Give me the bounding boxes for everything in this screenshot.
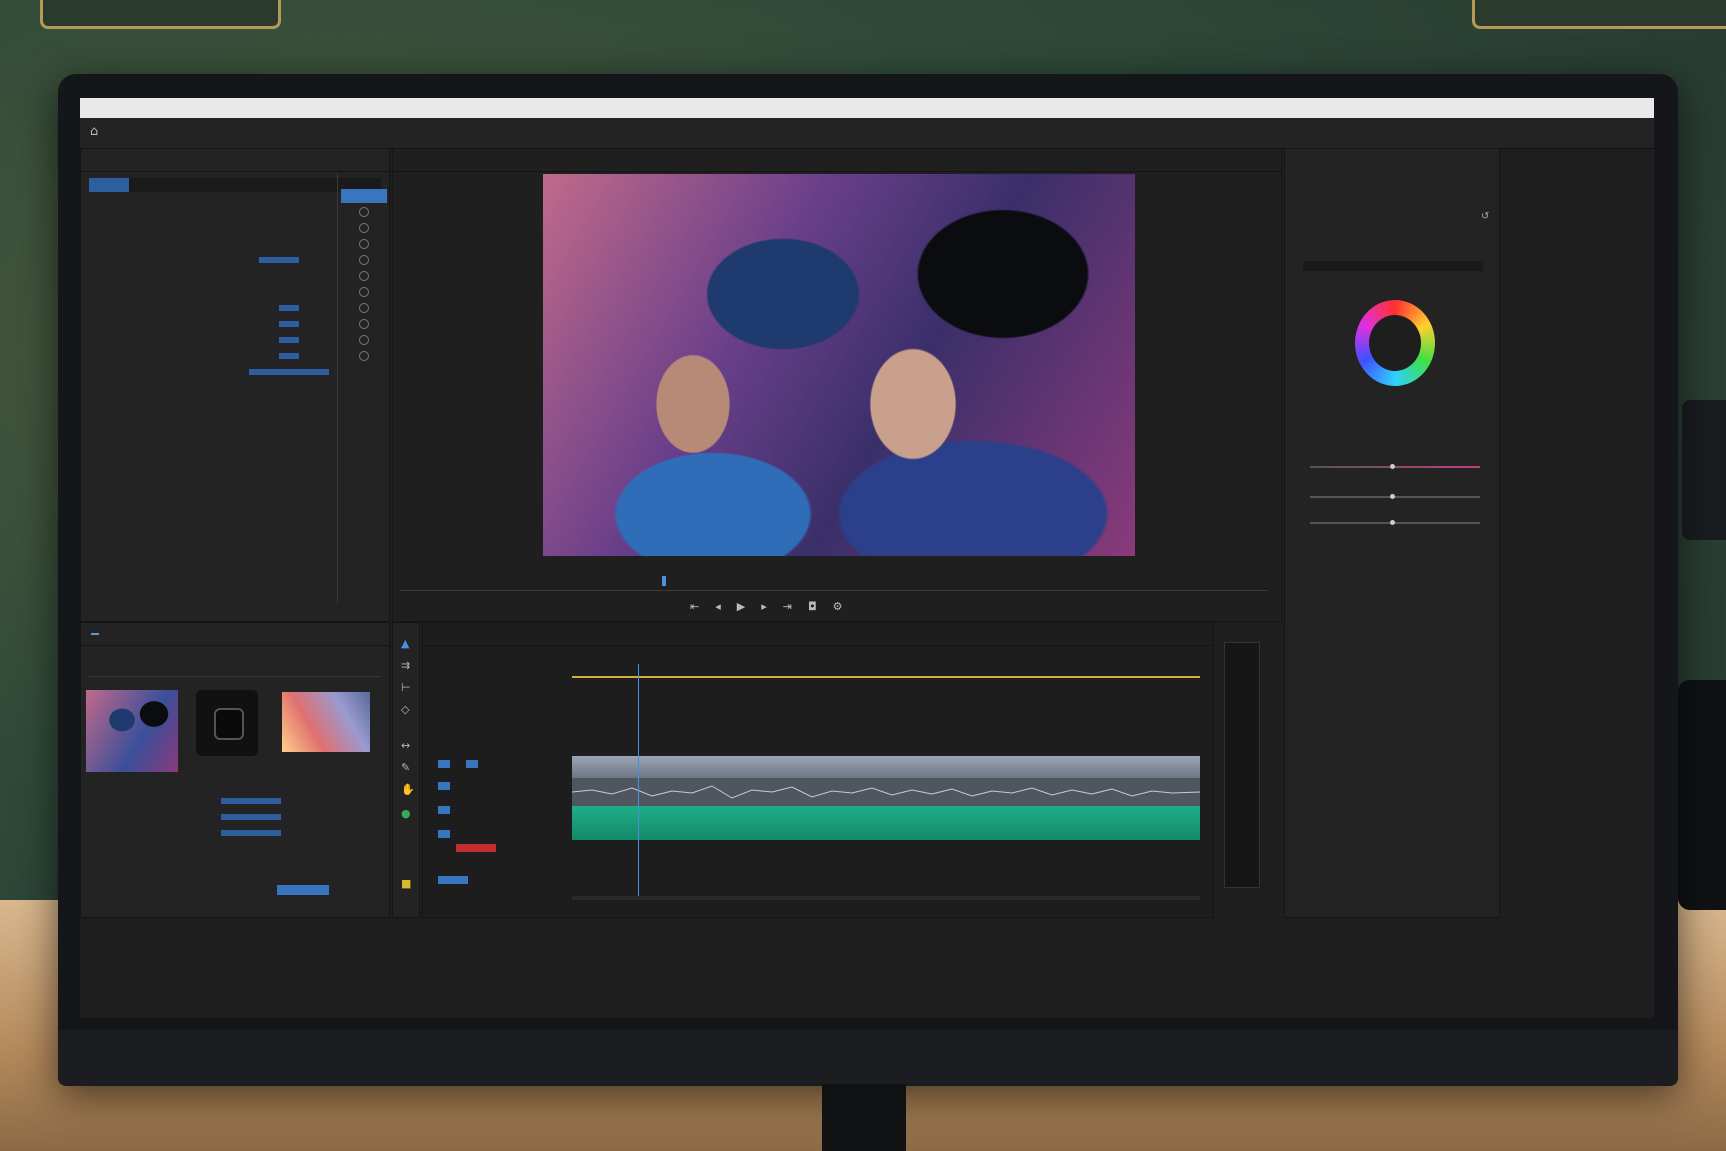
pen-icon[interactable]: ✎ [401, 762, 413, 774]
effect-row[interactable] [81, 380, 389, 396]
camera-icon[interactable]: ◘ [808, 600, 817, 613]
camera-device [1678, 680, 1726, 910]
timeline-ruler[interactable] [572, 654, 1202, 672]
window-titlebar [80, 98, 1654, 118]
effect-row[interactable] [81, 236, 389, 252]
monitor-playhead[interactable] [662, 576, 666, 586]
slider-track[interactable] [1310, 522, 1480, 524]
track-header-master[interactable] [438, 876, 468, 884]
timeline-tabs [423, 623, 1213, 646]
ripple-edit-icon[interactable]: ⊢ [401, 682, 413, 694]
go-to-in-icon[interactable]: ⇤ [690, 600, 699, 613]
slider-knob[interactable] [1390, 494, 1395, 499]
selection-tool-icon[interactable]: ▲ [401, 638, 413, 650]
effect-row[interactable] [81, 396, 389, 412]
slip-icon[interactable]: ↔ [401, 740, 413, 752]
project-item[interactable] [121, 825, 281, 841]
track-header-a2[interactable] [438, 806, 450, 814]
track-header-v1[interactable] [438, 760, 450, 768]
effect-controls-panel [80, 148, 390, 622]
project-tabs [81, 623, 389, 646]
keyframe-icon[interactable] [359, 335, 369, 345]
hand-icon[interactable]: ✋ [401, 784, 415, 796]
effect-row[interactable] [81, 300, 389, 316]
lumetri-color-panel: ↺ [1284, 148, 1500, 918]
video-clip[interactable] [572, 756, 1200, 778]
effect-row[interactable] [81, 252, 389, 268]
effect-row[interactable] [81, 204, 389, 220]
home-icon[interactable]: ⌂ [90, 124, 106, 140]
effect-row[interactable] [81, 364, 389, 380]
audio-clip-a1[interactable] [571, 778, 1201, 806]
wall-frame-left [40, 0, 281, 29]
keyframe-icon[interactable] [359, 223, 369, 233]
slider-track[interactable] [1310, 466, 1480, 468]
razor-icon[interactable]: ◇ [401, 704, 413, 716]
tab-project[interactable] [91, 633, 99, 635]
project-thumbnail-icon [214, 708, 244, 740]
project-item-list [121, 793, 281, 841]
lumetri-dropdown[interactable] [1303, 261, 1483, 271]
work-area-bar[interactable] [572, 676, 1200, 678]
track-header-a1[interactable] [438, 782, 450, 790]
keyframe-icon[interactable] [359, 303, 369, 313]
side-device [1682, 400, 1726, 540]
record-indicator[interactable] [456, 844, 496, 852]
slider-knob[interactable] [1390, 464, 1395, 469]
keyframe-icon[interactable] [359, 319, 369, 329]
project-thumbnail-video[interactable] [86, 690, 178, 772]
track-select-icon[interactable]: ⇉ [401, 660, 413, 672]
project-item[interactable] [121, 793, 281, 809]
play-icon[interactable]: ▶ [737, 600, 745, 613]
settings-icon[interactable]: ⚙ [833, 600, 843, 613]
project-item[interactable] [121, 809, 281, 825]
go-to-out-icon[interactable]: ⇥ [783, 600, 792, 613]
timeline-scrollbar[interactable] [572, 896, 1200, 900]
effect-row[interactable] [81, 332, 389, 348]
audio-meter [1224, 642, 1260, 888]
project-thumbnail-gradient[interactable] [282, 692, 370, 752]
keyframe-icon[interactable] [359, 271, 369, 281]
program-monitor-tabs [393, 149, 1281, 172]
track-toggle[interactable] [466, 760, 478, 768]
effect-row[interactable] [81, 348, 389, 364]
effect-row[interactable] [81, 412, 389, 428]
step-forward-icon[interactable]: ▸ [761, 600, 767, 613]
effect-timeline-divider [337, 173, 338, 603]
type-icon[interactable]: ● [401, 808, 413, 820]
timeline-playhead[interactable] [638, 664, 639, 898]
effect-timeline-clip[interactable] [341, 189, 387, 203]
keyframe-icon[interactable] [359, 239, 369, 249]
effect-row[interactable] [81, 268, 389, 284]
program-video-frame[interactable] [543, 174, 1135, 556]
audio-waveform [571, 785, 1201, 799]
color-swatch-icon[interactable]: ■ [401, 878, 413, 890]
monitor-scrubber[interactable] [400, 582, 1268, 591]
wall-frame-right [1472, 0, 1726, 29]
hue-saturation-wheel[interactable] [1355, 300, 1435, 386]
transport-controls: ⇤ ◂ ▶ ▸ ⇥ ◘ ⚙ [690, 600, 843, 613]
effect-row[interactable] [81, 316, 389, 332]
effect-row[interactable] [81, 284, 389, 300]
slider-track[interactable] [1310, 496, 1480, 498]
zoom-slider[interactable] [277, 885, 329, 895]
project-search-bar[interactable] [89, 666, 381, 677]
monitor-chin [58, 1030, 1678, 1086]
keyframe-icon[interactable] [359, 255, 369, 265]
workspace-bar: ⌂ [80, 118, 1654, 149]
reset-icon[interactable]: ↺ [1481, 211, 1489, 222]
monitor-stand [822, 1084, 906, 1151]
step-back-icon[interactable]: ◂ [715, 600, 721, 613]
slider-knob[interactable] [1390, 520, 1395, 525]
keyframe-icon[interactable] [359, 351, 369, 361]
effect-controls-tabs [81, 149, 389, 172]
effect-row[interactable] [81, 220, 389, 236]
keyframe-icon[interactable] [359, 207, 369, 217]
track-header-a3[interactable] [438, 830, 450, 838]
audio-clip-a2[interactable] [572, 806, 1200, 840]
keyframe-icon[interactable] [359, 287, 369, 297]
